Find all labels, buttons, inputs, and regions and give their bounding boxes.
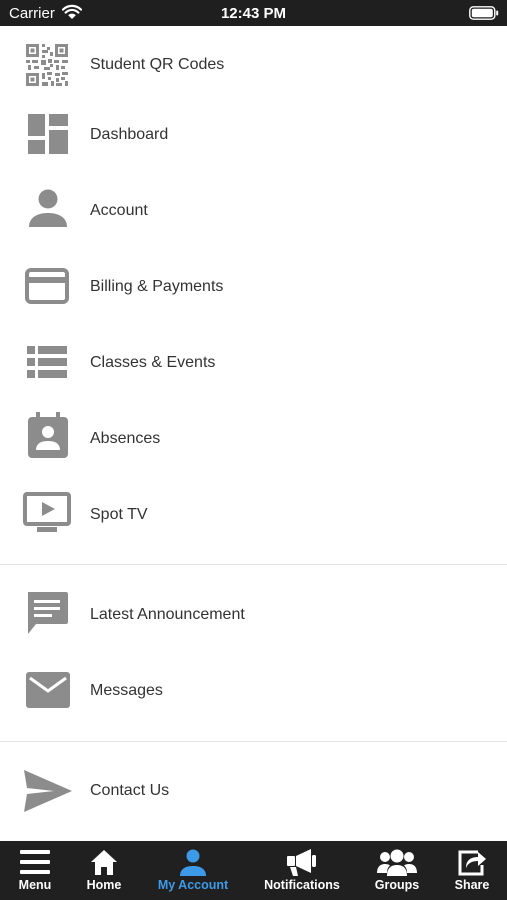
- section-divider: [0, 741, 507, 742]
- tab-label: Menu: [18, 878, 52, 892]
- account-menu: Student QR Codes Dashboard Account Billi…: [0, 26, 507, 841]
- status-time: 12:43 PM: [220, 5, 287, 22]
- calendar-person-icon: [28, 412, 68, 463]
- tab-groups[interactable]: Groups: [364, 841, 430, 900]
- menu-item-label: Student QR Codes: [90, 56, 225, 73]
- menu-item-latest-announcement[interactable]: Latest Announcement: [0, 574, 507, 656]
- credit-card-icon: [25, 268, 69, 309]
- paper-plane-icon: [24, 770, 72, 817]
- tab-label: My Account: [157, 878, 229, 892]
- tab-home[interactable]: Home: [72, 841, 136, 900]
- menu-item-messages[interactable]: Messages: [0, 656, 507, 734]
- menu-item-label: Spot TV: [90, 506, 148, 523]
- hamburger-icon: [20, 849, 50, 880]
- chat-icon: [26, 592, 68, 641]
- list-icon: [27, 346, 67, 383]
- qr-code-icon: [26, 44, 68, 91]
- tab-label: Groups: [374, 878, 420, 892]
- menu-item-label: Absences: [90, 430, 161, 447]
- menu-item-account[interactable]: Account: [0, 180, 507, 256]
- menu-item-label: Latest Announcement: [90, 606, 245, 623]
- menu-item-label: Dashboard: [90, 126, 169, 143]
- person-icon: [28, 189, 68, 234]
- home-icon: [90, 849, 118, 880]
- tv-play-icon: [23, 492, 71, 539]
- section-divider: [0, 564, 507, 565]
- status-bar: Carrier 12:43 PM: [0, 0, 507, 26]
- menu-item-label: Messages: [90, 682, 163, 699]
- tab-label: Home: [86, 878, 122, 892]
- menu-item-label: Classes & Events: [90, 354, 216, 371]
- tab-notifications[interactable]: Notifications: [254, 841, 350, 900]
- menu-item-student-qr-codes[interactable]: Student QR Codes: [0, 26, 507, 104]
- battery-icon: [469, 6, 499, 25]
- tab-bar: Menu Home My Account Notifications Group…: [0, 841, 507, 900]
- tab-my-account[interactable]: My Account: [146, 841, 240, 900]
- menu-item-dashboard[interactable]: Dashboard: [0, 104, 507, 180]
- tab-share[interactable]: Share: [442, 841, 502, 900]
- menu-item-contact-us[interactable]: Contact Us: [0, 748, 507, 840]
- dashboard-icon: [28, 114, 68, 159]
- menu-item-label: Account: [90, 202, 148, 219]
- envelope-icon: [26, 672, 70, 713]
- tab-label: Notifications: [264, 878, 340, 892]
- menu-item-billing-payments[interactable]: Billing & Payments: [0, 256, 507, 332]
- menu-item-label: Billing & Payments: [90, 278, 224, 295]
- menu-item-spot-tv[interactable]: Spot TV: [0, 484, 507, 564]
- menu-item-label: Contact Us: [90, 782, 170, 799]
- tab-label: Share: [454, 878, 490, 892]
- tab-menu[interactable]: Menu: [0, 841, 70, 900]
- menu-item-absences[interactable]: Absences: [0, 408, 507, 484]
- menu-item-classes-events[interactable]: Classes & Events: [0, 332, 507, 408]
